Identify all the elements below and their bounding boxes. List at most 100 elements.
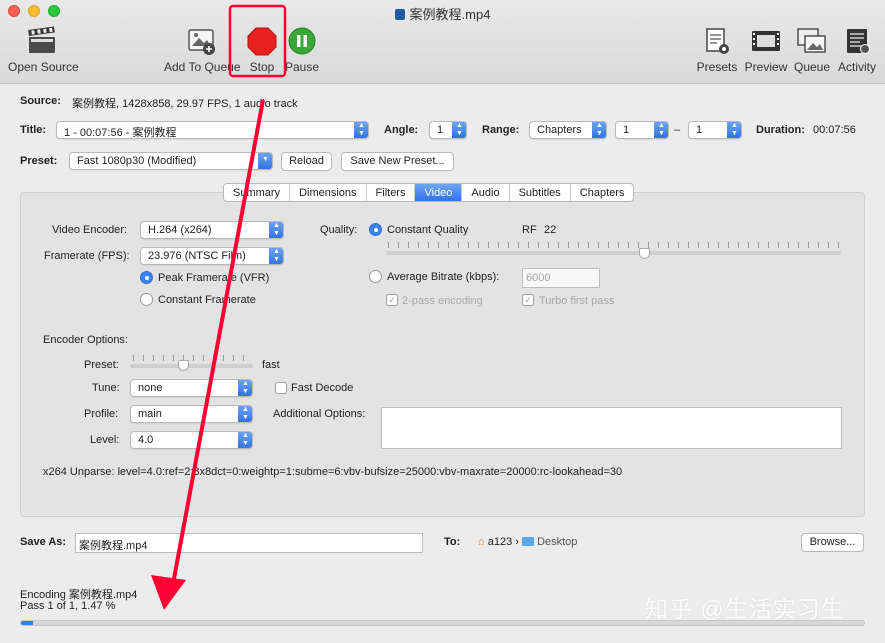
tab-subtitles[interactable]: Subtitles [510,184,571,201]
x264-unparse-text: x264 Unparse: level=4.0:ref=2:8x8dct=0:w… [43,466,623,478]
average-bitrate-radio[interactable] [369,270,382,283]
level-popup[interactable]: 4.0 ▲ ▼ [130,431,253,449]
browse-button[interactable]: Browse... [801,533,864,552]
encoder-preset-slider-ticks [133,355,253,361]
preview-button[interactable]: Preview [743,26,789,74]
popup-stepper-icon: ▲ ▼ [269,222,283,238]
toolbar: 案例教程.mp4 Open Source Add To Queue Stop P… [0,0,885,84]
save-as-input[interactable]: 案例教程.mp4 [75,533,423,553]
tab-summary[interactable]: Summary [224,184,291,201]
presets-doc-gear-icon [701,26,733,56]
source-info: 案例教程, 1428x858, 29.97 FPS, 1 audio track [72,98,298,110]
encoder-preset-slider-knob[interactable] [178,360,189,371]
queue-button[interactable]: Queue [793,26,831,74]
rf-value: 22 [544,224,557,236]
quality-slider-ticks [388,242,840,248]
profile-popup[interactable]: main ▲ ▼ [130,405,253,423]
popup-stepper-icon: ▲ ▼ [238,432,252,448]
rf-label: RF [522,224,537,236]
pause-button[interactable]: Pause [284,26,320,74]
reload-button[interactable]: Reload [281,152,332,171]
turbo-first-pass-checkbox[interactable]: ✓ [522,294,534,306]
quality-slider[interactable] [386,251,841,255]
preset-popup[interactable]: Fast 1080p30 (Modified) ▼ [69,152,273,170]
annotation-arrow-head [151,575,186,610]
peak-framerate-radio[interactable] [140,271,153,284]
fast-decode-label: Fast Decode [291,382,354,394]
tab-filters[interactable]: Filters [367,184,416,201]
quality-label: Quality: [320,224,358,236]
popup-chevron-icon: ▼ [258,153,272,169]
range-label: Range: [482,124,520,136]
stop-octagon-icon [246,26,278,56]
peak-framerate-label: Peak Framerate (VFR) [158,272,270,284]
additional-options-input[interactable] [381,407,842,449]
stop-button[interactable]: Stop [243,26,281,74]
popup-stepper-icon: ▲ ▼ [269,248,283,264]
destination-path[interactable]: ⌂ a123 › Desktop [478,536,577,548]
pause-icon [286,26,318,56]
duration-label: Duration: [756,124,805,136]
title-label: Title: [20,124,47,136]
encoder-preset-label: Preset: [84,359,119,371]
turbo-first-pass-label: Turbo first pass [539,295,615,307]
constant-quality-radio[interactable] [369,223,382,236]
angle-popup[interactable]: 1 ▲ ▼ [429,121,467,139]
home-icon: ⌂ [478,536,485,548]
two-pass-label: 2-pass encoding [402,295,483,307]
two-pass-checkbox[interactable]: ✓ [386,294,398,306]
popup-stepper-icon: ▲ ▼ [452,122,466,138]
angle-label: Angle: [384,124,419,136]
clapperboard-icon [26,26,58,56]
encoder-preset-value: fast [262,359,280,371]
additional-options-label: Additional Options: [273,408,366,420]
popup-stepper-icon: ▲ ▼ [727,122,741,138]
popup-stepper-icon: ▲ ▼ [654,122,668,138]
source-label: Source: [20,95,61,107]
tab-video[interactable]: Video [415,184,463,201]
to-label: To: [444,536,461,548]
encoder-preset-slider[interactable] [130,364,253,368]
range-separator: – [674,124,681,136]
save-new-preset-button[interactable]: Save New Preset... [341,152,454,171]
popup-stepper-icon: ▲ ▼ [238,406,252,422]
popup-stepper-icon: ▲ ▼ [354,122,368,138]
add-photo-icon [185,26,217,56]
bitrate-input[interactable]: 6000 [522,268,600,288]
framerate-label: Framerate (FPS): [44,250,130,262]
tab-bar: Summary Dimensions Filters Video Audio S… [223,183,635,202]
encoder-options-header: Encoder Options: [43,334,128,346]
folder-icon [522,537,534,546]
video-encoder-popup[interactable]: H.264 (x264) ▲ ▼ [140,221,284,239]
constant-framerate-label: Constant Framerate [158,294,256,306]
open-source-button[interactable]: Open Source [8,26,79,74]
range-type-popup[interactable]: Chapters ▲ ▼ [529,121,607,139]
progress-fill [21,621,34,625]
constant-quality-label: Constant Quality [387,224,469,236]
tab-audio[interactable]: Audio [462,184,510,201]
range-from-popup[interactable]: 1 ▲ ▼ [615,121,669,139]
fast-decode-checkbox[interactable] [275,382,287,394]
save-as-label: Save As: [20,536,67,548]
average-bitrate-label: Average Bitrate (kbps): [387,271,500,283]
document-icon [394,9,405,20]
activity-button[interactable]: Activity [836,26,878,74]
framerate-popup[interactable]: 23.976 (NTSC Film) ▲ ▼ [140,247,284,265]
add-to-queue-button[interactable]: Add To Queue [164,26,241,74]
video-encoder-label: Video Encoder: [52,224,128,236]
title-popup[interactable]: 1 - 00:07:56 - 案例教程 ▲ ▼ [56,121,369,139]
presets-button[interactable]: Presets [696,26,738,74]
range-to-popup[interactable]: 1 ▲ ▼ [688,121,742,139]
preset-label: Preset: [20,155,58,167]
tab-chapters[interactable]: Chapters [571,184,634,201]
quality-slider-knob[interactable] [639,248,650,259]
pass-status: Pass 1 of 1, 1.47 % [20,600,116,612]
film-strip-icon [750,26,782,56]
popup-stepper-icon: ▲ ▼ [238,380,252,396]
constant-framerate-radio[interactable] [140,293,153,306]
handbrake-window: 案例教程.mp4 Open Source Add To Queue Stop P… [0,0,885,643]
profile-label: Profile: [84,408,119,420]
tab-dimensions[interactable]: Dimensions [290,184,367,201]
tune-popup[interactable]: none ▲ ▼ [130,379,253,397]
duration-value: 00:07:56 [813,124,856,136]
